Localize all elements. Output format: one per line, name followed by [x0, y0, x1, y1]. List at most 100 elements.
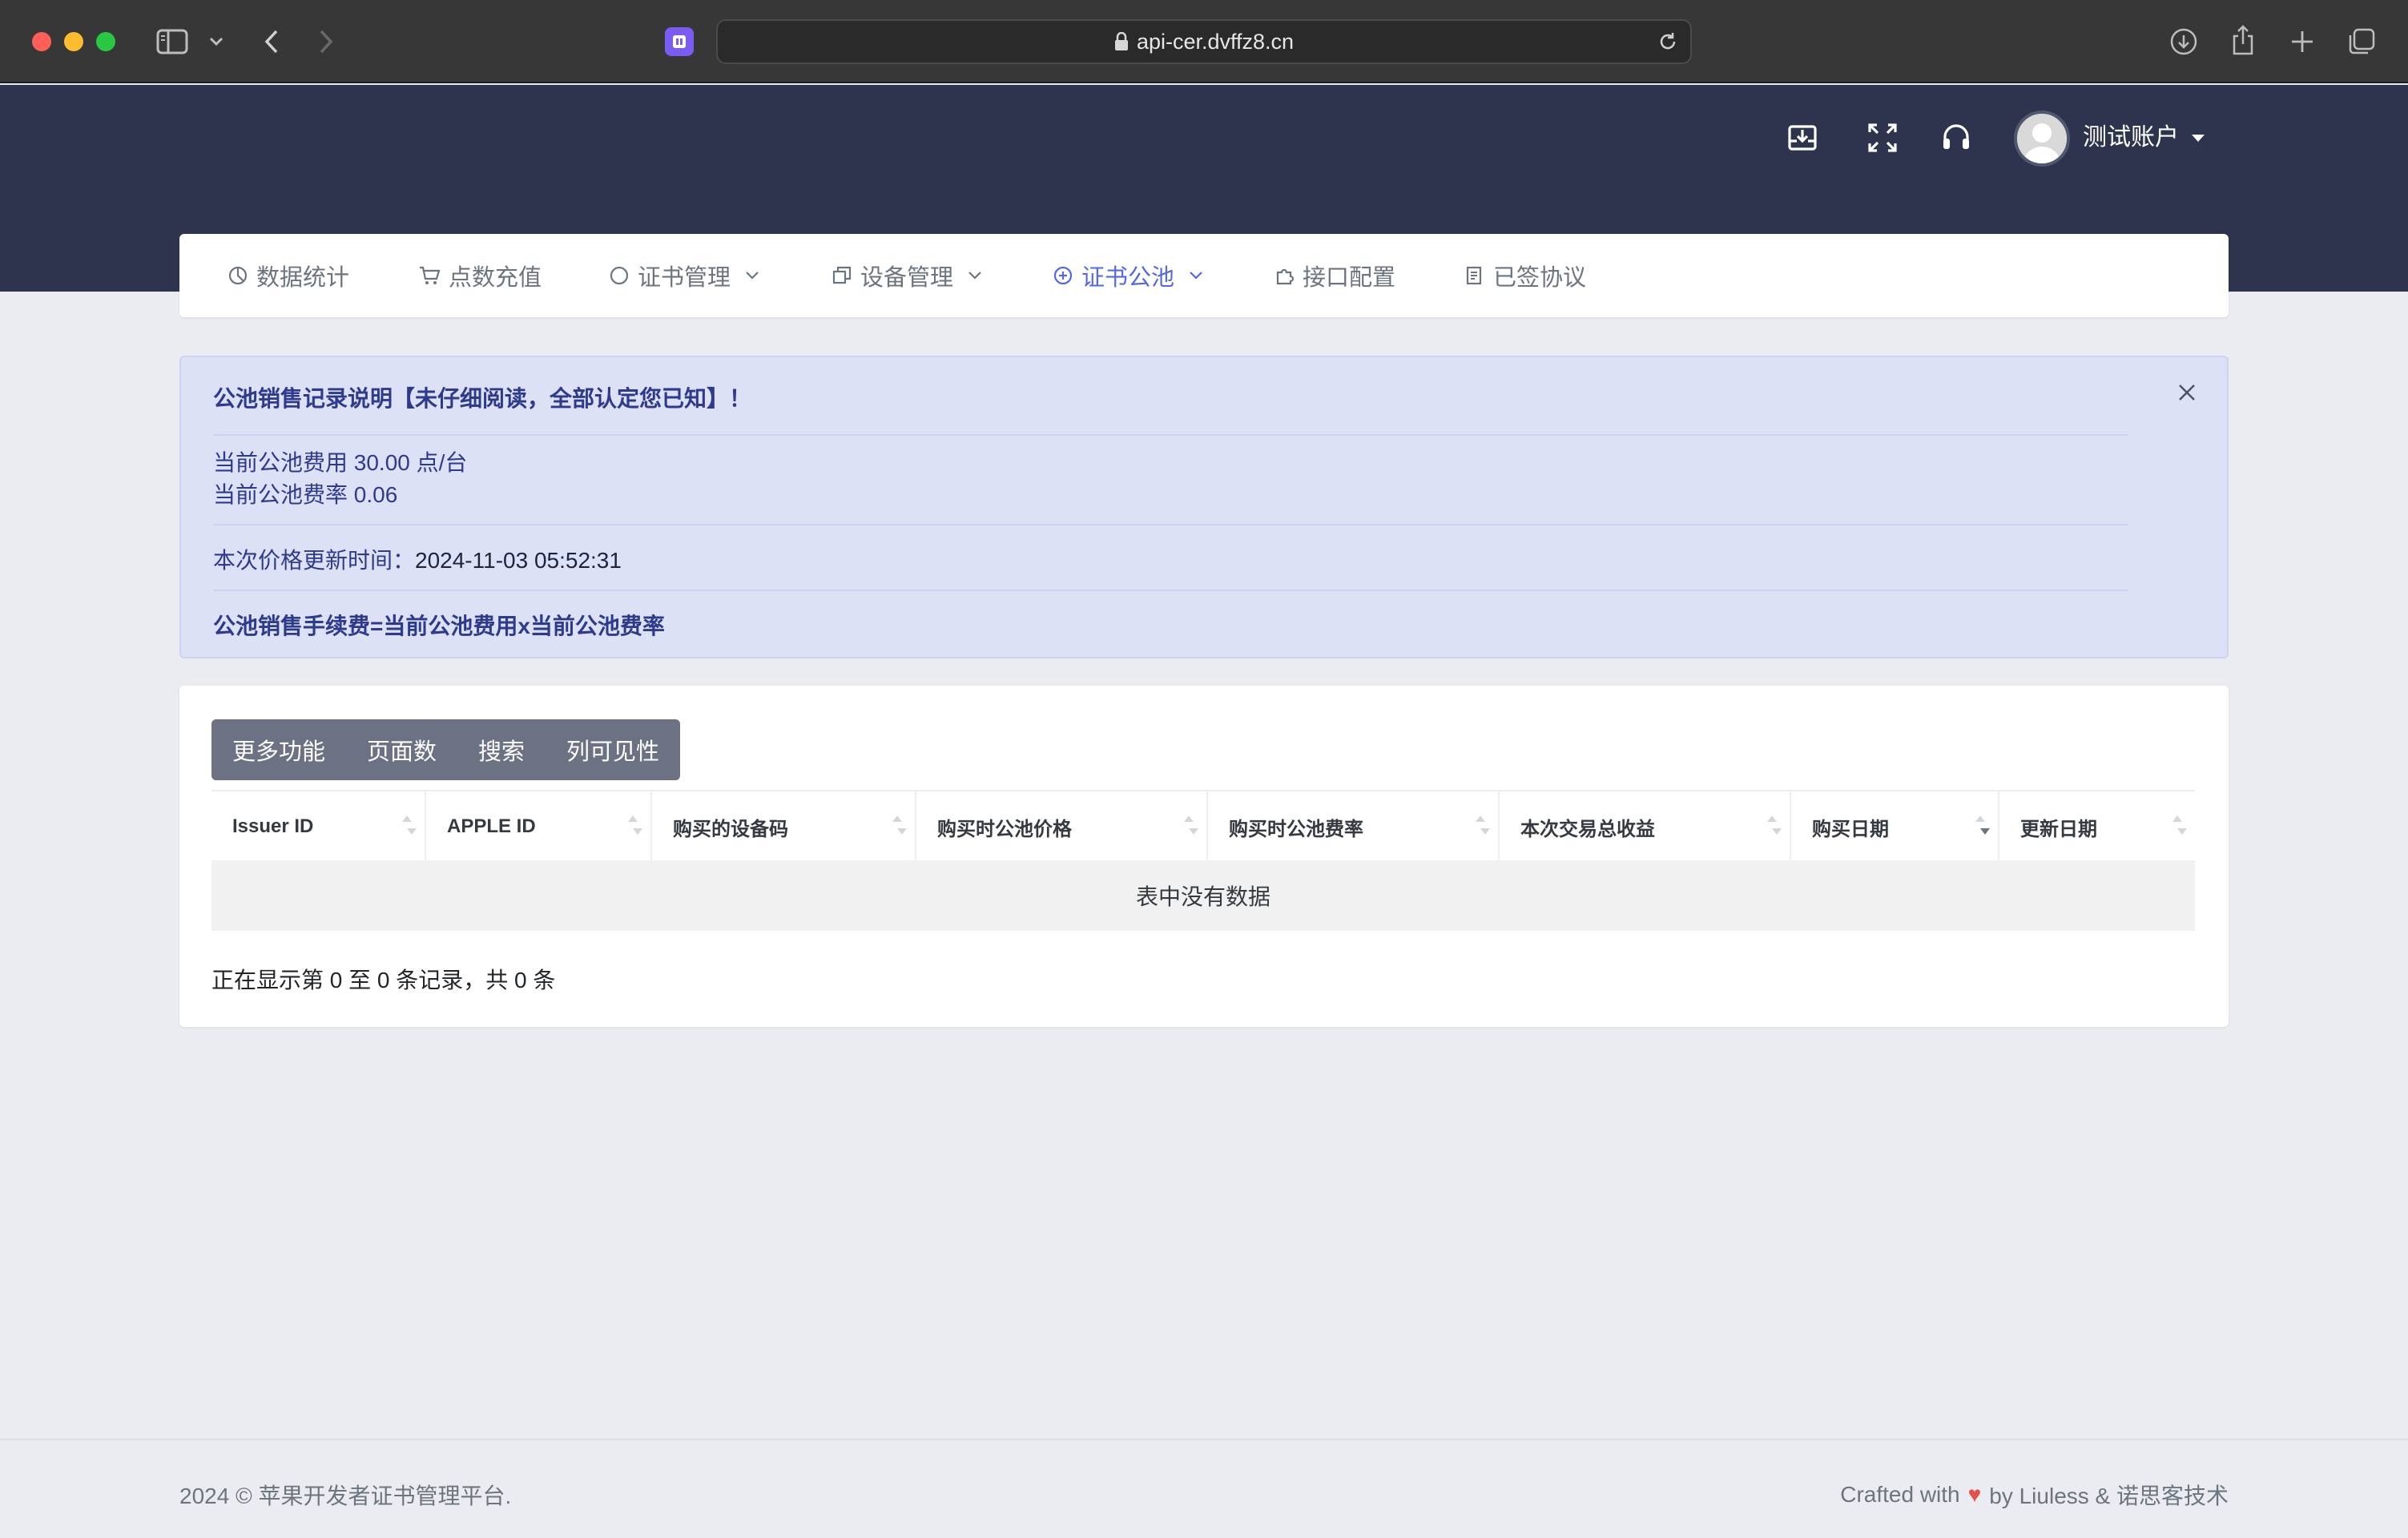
chevron-down-icon: [1189, 271, 1203, 280]
update-value: 2024-11-03 05:52:31: [415, 548, 622, 573]
nav-label: 接口配置: [1303, 265, 1396, 291]
nav-label: 设备管理: [860, 265, 954, 291]
crafted-suffix: by Liuless & 诺思客技术: [1989, 1484, 2229, 1508]
footer: 2024 © 苹果开发者证书管理平台. Crafted with ♥ by Li…: [0, 1439, 2408, 1538]
divider: [213, 434, 2128, 436]
main-nav: 数据统计 点数充值 证书管理 设备管理 证书公池 接口配置 已签协议: [179, 234, 2229, 317]
extension-icon[interactable]: [665, 27, 694, 56]
column-header-apple-id[interactable]: APPLE ID: [426, 791, 652, 862]
nav-label: 证书管理: [638, 265, 731, 291]
heart-icon: ♥: [1967, 1482, 1982, 1507]
divider: [213, 524, 2128, 525]
sort-desc-icon: [1975, 815, 1990, 839]
sort-icon: [402, 815, 417, 839]
column-header-total-revenue[interactable]: 本次交易总收益: [1500, 791, 1791, 862]
user-menu[interactable]: 测试账户: [2083, 120, 2205, 155]
circle-icon: [609, 265, 630, 286]
copy-icon: [832, 265, 852, 286]
column-header-purchase-price[interactable]: 购买时公池价格: [916, 791, 1208, 862]
column-label: 购买时公池费率: [1229, 818, 1363, 840]
column-header-update-date[interactable]: 更新日期: [1999, 791, 2195, 862]
puzzle-icon: [1274, 265, 1295, 286]
forward-icon[interactable]: [314, 26, 338, 58]
close-window-button[interactable]: [32, 32, 51, 51]
pool-rate-text: 当前公池费率 0.06: [213, 482, 398, 507]
reload-icon[interactable]: [1657, 30, 1679, 58]
new-tab-icon[interactable]: [2286, 26, 2318, 58]
archive-download-icon[interactable]: [1785, 120, 1820, 155]
nav-label: 数据统计: [256, 265, 350, 291]
sidebar-icon[interactable]: [155, 27, 189, 56]
column-header-device-code[interactable]: 购买的设备码: [652, 791, 916, 862]
sort-icon: [628, 815, 642, 839]
price-update-time: 本次价格更新时间：2024-11-03 05:52:31: [213, 543, 622, 575]
fee-formula: 公池销售手续费=当前公池费用x当前公池费率: [213, 614, 665, 638]
nav-item-api-config[interactable]: 接口配置: [1274, 234, 1395, 317]
sort-icon: [1476, 815, 1490, 839]
sort-icon: [1767, 815, 1782, 839]
copyright-text: 2024 © 苹果开发者证书管理平台.: [179, 1484, 512, 1508]
page-length-button[interactable]: 页面数: [346, 719, 458, 780]
table-info: 正在显示第 0 至 0 条记录，共 0 条: [211, 968, 556, 992]
caret-down-icon: [2192, 134, 2205, 142]
nav-item-cert-pool[interactable]: 证书公池: [1053, 234, 1203, 317]
divider: [213, 590, 2128, 591]
pool-fee-text: 当前公池费用 30.00 点/台: [213, 450, 468, 475]
column-header-purchase-date[interactable]: 购买日期: [1791, 791, 1999, 862]
column-header-purchase-rate[interactable]: 购买时公池费率: [1208, 791, 1500, 862]
sort-icon: [892, 815, 907, 839]
sales-record-card: 更多功能 页面数 搜索 列可见性 Issuer ID APPLE ID 购买的设…: [179, 686, 2229, 1027]
nav-label: 已签协议: [1493, 265, 1587, 291]
download-icon[interactable]: [2168, 24, 2200, 59]
nav-item-devices[interactable]: 设备管理: [832, 234, 982, 317]
username-label: 测试账户: [2083, 124, 2179, 151]
notice-title: 公池销售记录说明【未仔细阅读，全部认定您已知】！: [213, 386, 752, 411]
close-icon[interactable]: [2177, 383, 2197, 406]
chevron-down-icon[interactable]: [207, 32, 226, 51]
nav-item-statistics[interactable]: 数据统计: [228, 234, 349, 317]
tabs-overview-icon[interactable]: [2344, 24, 2379, 59]
column-header-issuer-id[interactable]: Issuer ID: [211, 791, 426, 862]
search-button[interactable]: 搜索: [457, 719, 546, 780]
table-empty-row: 表中没有数据: [211, 860, 2195, 931]
share-icon[interactable]: [2227, 21, 2259, 59]
url-text: api-cer.dvffz8.cn: [1136, 29, 1295, 54]
avatar[interactable]: [2014, 111, 2070, 167]
browser-titlebar: api-cer.dvffz8.cn: [0, 0, 2408, 83]
back-icon[interactable]: [260, 26, 284, 58]
headset-icon[interactable]: [1939, 120, 1974, 155]
column-visibility-button[interactable]: 列可见性: [546, 719, 681, 780]
zoom-window-button[interactable]: [96, 32, 115, 51]
table-header: Issuer ID APPLE ID 购买的设备码 购买时公池价格 购买时公池费…: [211, 790, 2195, 862]
column-label: 购买时公池价格: [937, 818, 1072, 840]
pie-chart-icon: [228, 265, 248, 286]
sort-icon: [2172, 815, 2187, 839]
minimize-window-button[interactable]: [64, 32, 83, 51]
crafted-prefix: Crafted with: [1840, 1482, 1960, 1507]
nav-item-certificates[interactable]: 证书管理: [609, 234, 759, 317]
address-bar[interactable]: api-cer.dvffz8.cn: [716, 19, 1692, 64]
column-label: APPLE ID: [447, 815, 536, 837]
fullscreen-icon[interactable]: [1865, 120, 1900, 155]
nav-item-recharge[interactable]: 点数充值: [418, 234, 542, 317]
crafted-by: Crafted with ♥ by Liuless & 诺思客技术: [1840, 1479, 2229, 1511]
column-label: 购买日期: [1812, 818, 1889, 840]
column-label: 更新日期: [2020, 818, 2097, 840]
lock-icon: [1114, 32, 1129, 51]
sort-icon: [1184, 815, 1198, 839]
table-toolbar: 更多功能 页面数 搜索 列可见性: [211, 719, 681, 780]
pool-sales-notice: 公池销售记录说明【未仔细阅读，全部认定您已知】！ 当前公池费用 30.00 点/…: [179, 356, 2229, 658]
column-label: 本次交易总收益: [1520, 818, 1655, 840]
more-functions-button[interactable]: 更多功能: [211, 719, 347, 780]
document-icon: [1464, 265, 1485, 286]
column-label: 购买的设备码: [673, 818, 788, 840]
nav-label: 证书公池: [1081, 265, 1175, 291]
chevron-down-icon: [968, 271, 982, 280]
nav-item-signed-agreements[interactable]: 已签协议: [1464, 234, 1586, 317]
plus-circle-icon: [1053, 265, 1073, 286]
column-label: Issuer ID: [232, 815, 314, 837]
chevron-down-icon: [745, 271, 759, 280]
nav-label: 点数充值: [449, 265, 542, 291]
cart-icon: [418, 265, 441, 286]
update-label: 本次价格更新时间：: [213, 548, 416, 573]
